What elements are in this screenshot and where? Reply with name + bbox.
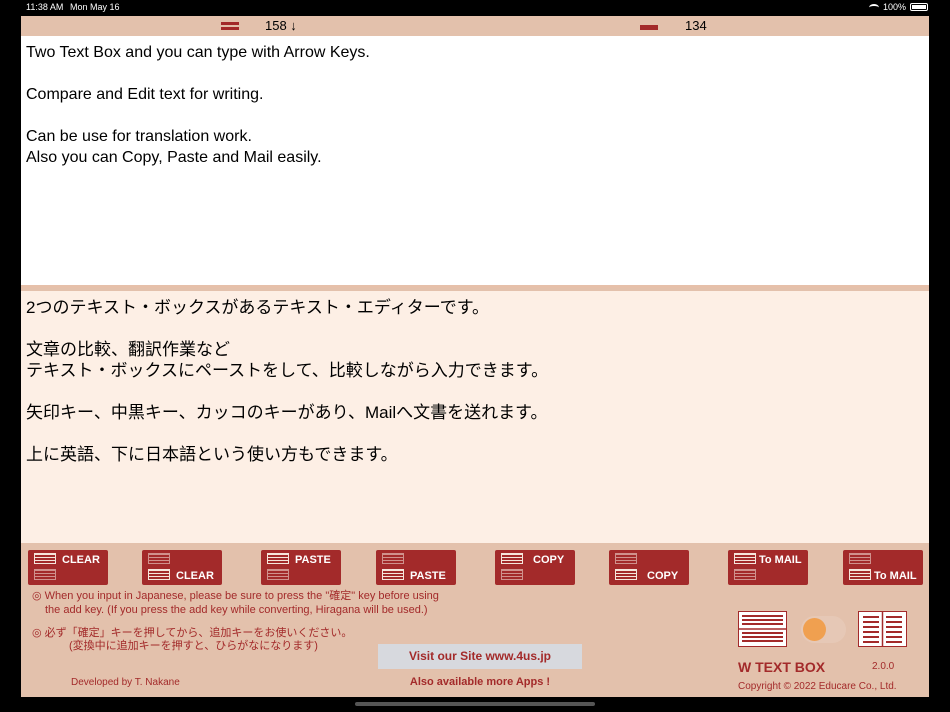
bottom-char-count: 134 <box>685 18 707 33</box>
button-label: COPY <box>533 554 565 566</box>
bottom-box-icon <box>34 569 56 580</box>
mail-bottom-button[interactable]: To MAIL <box>843 550 923 585</box>
copy-top-button[interactable]: COPY <box>495 550 575 585</box>
note-jp-line1: ◎ 必ず「確定」キーを押してから、追加キーをお使いください。 <box>32 627 353 639</box>
button-label: COPY <box>647 570 679 582</box>
mail-top-button[interactable]: To MAIL <box>728 550 808 585</box>
wifi-icon <box>868 3 879 11</box>
top-box-icon <box>382 553 404 564</box>
copy-bottom-button[interactable]: COPY <box>609 550 689 585</box>
top-box-icon <box>221 22 239 30</box>
top-box-icon <box>849 553 871 564</box>
button-label: PASTE <box>295 554 331 566</box>
top-box-icon <box>34 553 56 564</box>
bottom-box-icon <box>267 569 289 580</box>
app-window: 158 ↓ 134 Two Text Box and you can type … <box>21 16 929 697</box>
side-by-side-layout-icon[interactable] <box>858 611 907 647</box>
stacked-layout-icon[interactable] <box>738 611 787 647</box>
action-button-row: CLEAR CLEAR PASTE PASTE COPY COPY To MAI… <box>21 550 929 586</box>
note-jp-line2: (変換中に追加キーを押すと、ひらがなになります) <box>69 640 318 652</box>
status-time: 11:38 AM <box>26 2 64 12</box>
status-right: 100% <box>868 2 928 12</box>
bottom-box-icon <box>734 569 756 580</box>
paste-top-button[interactable]: PASTE <box>261 550 341 585</box>
top-box-icon <box>267 553 289 564</box>
button-label: CLEAR <box>62 554 100 566</box>
top-box-icon <box>615 553 637 564</box>
status-bar: 11:38 AM Mon May 16 100% <box>0 0 950 16</box>
top-box-icon <box>148 553 170 564</box>
note-en-line1: ◎ When you input in Japanese, please be … <box>32 590 439 602</box>
note-en-line2: the add key. (If you press the add key w… <box>45 604 428 616</box>
top-text-box[interactable]: Two Text Box and you can type with Arrow… <box>21 36 929 288</box>
home-indicator[interactable] <box>355 702 595 706</box>
battery-icon <box>910 3 928 11</box>
app-name: W TEXT BOX <box>738 659 826 675</box>
side-by-side-layout-icon-graphic <box>863 612 902 646</box>
bottom-box-icon <box>849 569 871 580</box>
stacked-layout-icon-graphic <box>739 615 786 642</box>
top-box-icon <box>501 553 523 564</box>
top-box-icon <box>734 553 756 564</box>
bottom-box-icon <box>382 569 404 580</box>
copyright: Copyright © 2022 Educare Co., Ltd. <box>738 681 897 692</box>
layout-toggle[interactable] <box>801 616 846 643</box>
bottom-box-icon <box>501 569 523 580</box>
button-label: PASTE <box>410 570 446 582</box>
top-char-count: 158 ↓ <box>265 18 297 33</box>
bottom-box-icon <box>148 569 170 580</box>
toggle-knob <box>803 618 826 641</box>
status-date: Mon May 16 <box>70 2 120 12</box>
button-label: To MAIL <box>874 570 917 582</box>
bottom-box-icon <box>640 22 658 30</box>
button-label: CLEAR <box>176 570 214 582</box>
bottom-box-icon <box>615 569 637 580</box>
clear-bottom-button[interactable]: CLEAR <box>142 550 222 585</box>
more-apps-link[interactable]: Also available more Apps ! <box>378 676 582 688</box>
clear-top-button[interactable]: CLEAR <box>28 550 108 585</box>
bottom-text-box[interactable]: 2つのテキスト・ボックスがあるテキスト・エディターです。 文章の比較、翻訳作業な… <box>21 291 929 543</box>
button-label: To MAIL <box>759 554 802 566</box>
battery-percent: 100% <box>882 2 906 12</box>
visit-site-button[interactable]: Visit our Site www.4us.jp <box>378 644 582 669</box>
developer-credit: Developed by T. Nakane <box>71 677 180 688</box>
counter-bar: 158 ↓ 134 <box>21 16 929 36</box>
app-version: 2.0.0 <box>872 661 895 672</box>
paste-bottom-button[interactable]: PASTE <box>376 550 456 585</box>
